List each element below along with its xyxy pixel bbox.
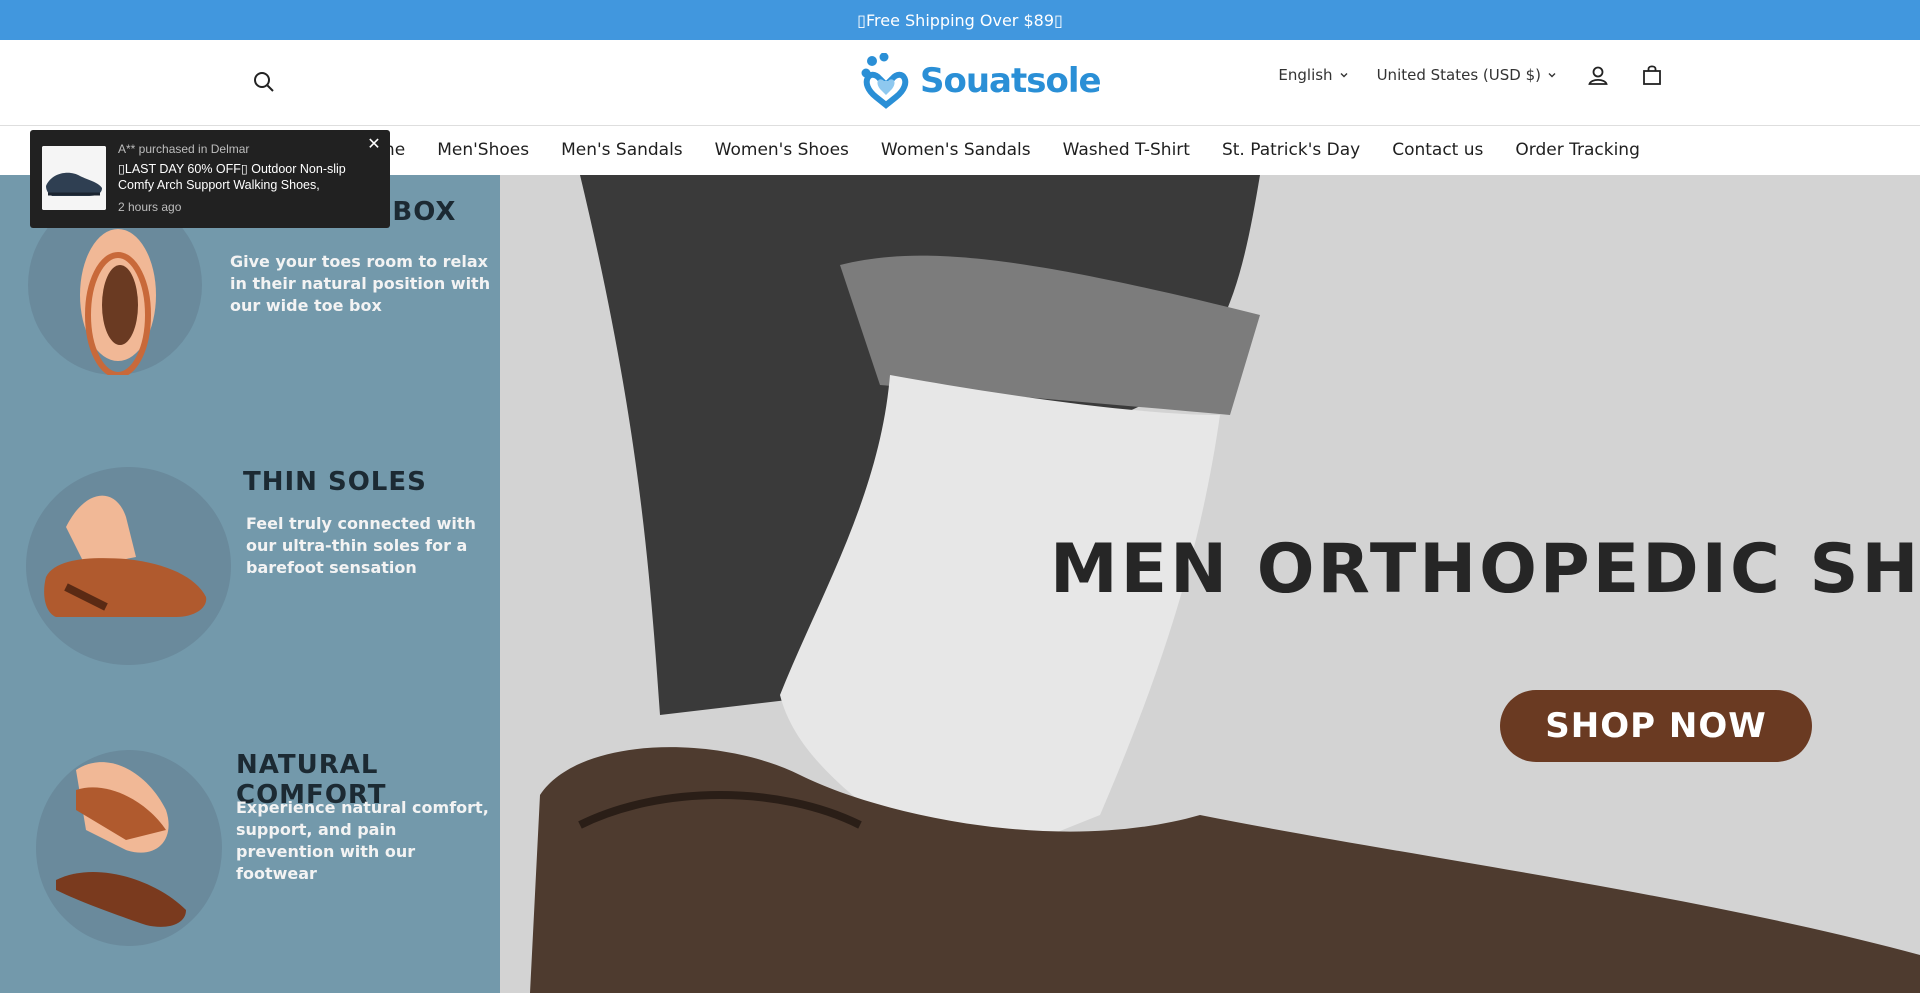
purchase-time: 2 hours ago bbox=[118, 200, 182, 214]
nav-item-mens-sandals[interactable]: Men's Sandals bbox=[561, 140, 683, 160]
bag-icon[interactable] bbox=[1639, 62, 1665, 88]
feature-image-thin-soles bbox=[26, 467, 231, 665]
shop-now-button[interactable]: SHOP NOW bbox=[1500, 690, 1812, 762]
product-thumbnail bbox=[42, 146, 106, 210]
hero-title: MEN ORTHOPEDIC SHOES bbox=[1050, 530, 1920, 609]
feature-text-thin-soles: Feel truly connected with our ultra-thin… bbox=[246, 514, 476, 577]
language-label: English bbox=[1278, 66, 1333, 84]
nav-item-mens-shoes[interactable]: Men'Shoes bbox=[437, 140, 529, 160]
user-icon[interactable] bbox=[1585, 62, 1611, 88]
nav-item-contact-us[interactable]: Contact us bbox=[1392, 140, 1483, 160]
close-icon[interactable]: ✕ bbox=[366, 136, 382, 152]
purchase-meta: A** purchased in Delmar bbox=[118, 142, 250, 156]
site-header: Souatsole English United States (USD $) bbox=[0, 40, 1920, 126]
language-selector[interactable]: English bbox=[1278, 66, 1348, 84]
nav-item-st-patricks-day[interactable]: St. Patrick's Day bbox=[1222, 140, 1360, 160]
hero-banner[interactable]: WIDE TOE BOX Give your toes room to rela… bbox=[0, 175, 1920, 993]
recent-purchase-popup[interactable]: A** purchased in Delmar ▯LAST DAY 60% OF… bbox=[30, 130, 390, 228]
currency-selector[interactable]: United States (USD $) bbox=[1377, 66, 1557, 84]
hero-photo: MEN ORTHOPEDIC SHOES SHOP NOW bbox=[500, 175, 1920, 993]
feature-text-wide-toe-box: Give your toes room to relax in their na… bbox=[230, 252, 491, 315]
logo-text: Souatsole bbox=[920, 61, 1102, 101]
announcement-text: ▯Free Shipping Over $89▯ bbox=[857, 10, 1063, 30]
currency-label: United States (USD $) bbox=[1376, 66, 1541, 84]
features-panel: WIDE TOE BOX Give your toes room to rela… bbox=[0, 175, 500, 993]
nav-item-order-tracking[interactable]: Order Tracking bbox=[1515, 140, 1640, 160]
logo[interactable]: Souatsole bbox=[860, 53, 1102, 109]
nav-item-womens-shoes[interactable]: Women's Shoes bbox=[715, 140, 849, 160]
paw-heart-icon bbox=[861, 53, 909, 109]
feature-text-natural-comfort: Experience natural comfort, support, and… bbox=[236, 798, 489, 883]
nav-item-washed-tshirt[interactable]: Washed T-Shirt bbox=[1063, 140, 1190, 160]
feature-image-natural-comfort bbox=[36, 750, 222, 946]
nav-item-womens-sandals[interactable]: Women's Sandals bbox=[881, 140, 1031, 160]
purchase-product-name[interactable]: ▯LAST DAY 60% OFF▯ Outdoor Non-slip Comf… bbox=[118, 161, 368, 193]
announcement-bar: ▯Free Shipping Over $89▯ bbox=[0, 0, 1920, 40]
feature-title-thin-soles: THIN SOLES bbox=[243, 467, 427, 497]
chevron-down-icon bbox=[1340, 73, 1348, 78]
search-icon[interactable] bbox=[252, 70, 276, 94]
chevron-down-icon bbox=[1548, 73, 1556, 78]
header-utilities: English United States (USD $) bbox=[1278, 62, 1665, 88]
